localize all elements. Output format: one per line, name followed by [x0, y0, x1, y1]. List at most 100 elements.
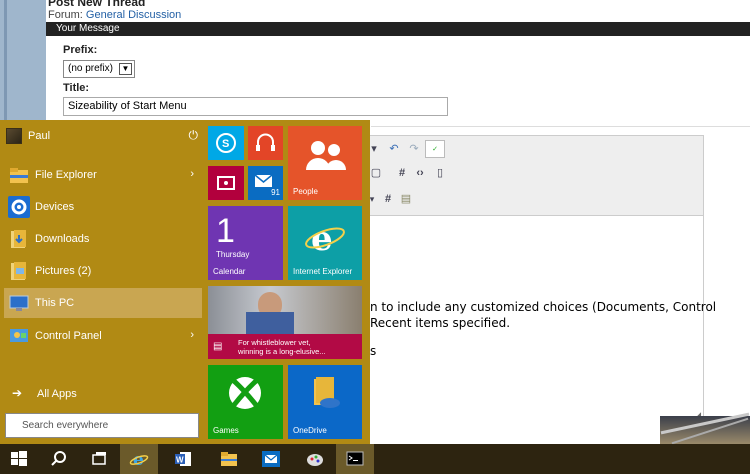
title-input[interactable]: Sizeability of Start Menu: [63, 97, 448, 116]
editor-line-1: n to include any customized choices (Doc…: [370, 300, 717, 314]
start-icon: [11, 451, 27, 466]
editor-toolbar-row-2: ▢ # ‹› ▯: [325, 164, 703, 186]
people-icon: [306, 141, 346, 170]
start-item-control-panel[interactable]: Control Panel ›: [4, 321, 202, 351]
news-headline-2: winning is a long-elusive...: [238, 347, 326, 356]
message-editor: ▾ ↶ ↷ ✓ ▢ # ‹› ▯ ▾ # ▤ n to include any …: [324, 135, 716, 425]
start-item-downloads[interactable]: Downloads: [4, 224, 202, 254]
power-icon[interactable]: ⏻: [189, 128, 199, 143]
attachment-icon[interactable]: ▤: [397, 190, 415, 208]
news-headline-1: For whistleblower vet,: [238, 338, 311, 347]
forum-label: Forum:: [48, 9, 83, 21]
tile-people[interactable]: People: [288, 126, 362, 200]
tile-calendar[interactable]: 1 Thursday Calendar: [208, 206, 283, 280]
start-menu-left-pane: Paul ⏻ File Explorer › Devices Downloads: [0, 120, 204, 444]
word-icon: W: [175, 452, 191, 466]
chevron-right-icon[interactable]: ›: [190, 329, 194, 341]
tile-video[interactable]: [208, 166, 244, 200]
start-item-file-explorer[interactable]: File Explorer ›: [4, 160, 202, 190]
chevron-down-icon[interactable]: ▼: [119, 63, 132, 75]
redo-icon[interactable]: ↷: [405, 140, 423, 158]
hash-icon[interactable]: #: [393, 164, 411, 182]
tile-skype[interactable]: S: [208, 126, 244, 160]
computer-icon: [8, 292, 30, 314]
pictures-folder-icon: [8, 260, 30, 282]
tile-label: People: [293, 187, 318, 196]
taskbar: e W: [0, 444, 750, 474]
editor-toolbar-row-1: ▾ ↶ ↷ ✓: [325, 140, 703, 162]
php-icon[interactable]: ▯: [431, 164, 449, 182]
undo-icon[interactable]: ↶: [385, 140, 403, 158]
mail-icon: [262, 451, 280, 467]
gear-icon: [8, 196, 30, 218]
tile-internet-explorer[interactable]: e Internet Explorer: [288, 206, 362, 280]
arrow-right-icon: ➔: [12, 386, 23, 400]
title-label: Title:: [63, 82, 90, 94]
start-item-label: Downloads: [35, 233, 90, 245]
hash-icon[interactable]: #: [379, 190, 397, 208]
tile-mail[interactable]: 91: [248, 166, 283, 200]
taskbar-mail[interactable]: [252, 444, 290, 474]
taskbar-word[interactable]: W: [164, 444, 202, 474]
all-apps-button[interactable]: ➔ All Apps: [4, 383, 202, 405]
onedrive-folder-icon: [314, 377, 340, 408]
code-icon[interactable]: ‹›: [411, 164, 429, 182]
user-account[interactable]: Paul ⏻: [4, 126, 200, 146]
search-icon: [51, 451, 66, 466]
editor-line-2: Recent items specified.: [370, 316, 511, 330]
desktop-wallpaper-corner: [660, 412, 750, 445]
svg-text:e: e: [311, 219, 333, 259]
start-item-label: Devices: [35, 201, 75, 213]
tile-games[interactable]: Games: [208, 365, 283, 439]
start-button[interactable]: [0, 444, 38, 474]
tile-label: Games: [213, 426, 239, 435]
start-item-pictures[interactable]: Pictures (2): [4, 256, 202, 286]
tile-label: Internet Explorer: [293, 267, 353, 276]
editor-toolbar-row-3: ▾ # ▤: [325, 190, 703, 212]
prefix-value: (no prefix): [68, 63, 114, 74]
your-message-header: Your Message: [46, 22, 750, 36]
tile-music[interactable]: [248, 126, 283, 160]
start-item-label: Control Panel: [35, 330, 102, 342]
forum-link[interactable]: General Discussion: [86, 9, 181, 21]
start-menu: Paul ⏻ File Explorer › Devices Downloads: [0, 120, 370, 444]
tile-label: Calendar: [213, 267, 246, 276]
forum-breadcrumb: Forum: General Discussion: [48, 9, 181, 21]
headphones-icon: [256, 133, 275, 151]
start-item-devices[interactable]: Devices: [4, 192, 202, 222]
tile-label: OneDrive: [293, 426, 327, 435]
search-input[interactable]: Search everywhere: [5, 413, 199, 438]
prefix-select[interactable]: (no prefix) ▼: [63, 60, 135, 78]
control-panel-icon: [8, 325, 30, 347]
tile-news[interactable]: ▤ For whistleblower vet, winning is a lo…: [208, 286, 362, 359]
task-view-button[interactable]: [80, 444, 118, 474]
downloads-folder-icon: [8, 228, 30, 250]
command-prompt-icon: [346, 451, 364, 466]
svg-text:W: W: [176, 456, 184, 465]
taskbar-paint[interactable]: [296, 444, 334, 474]
taskbar-file-explorer[interactable]: [210, 444, 248, 474]
search-button[interactable]: [40, 444, 78, 474]
news-icon: ▤: [213, 341, 223, 352]
start-item-label: This PC: [35, 297, 75, 309]
desktop-wallpaper: [0, 0, 46, 122]
start-item-this-pc[interactable]: This PC: [4, 288, 202, 318]
svg-text:S: S: [222, 138, 229, 150]
tile-onedrive[interactable]: OneDrive: [288, 365, 362, 439]
page-title: Post New Thread: [48, 0, 146, 9]
editor-line-3: s: [370, 344, 377, 358]
spellcheck-icon[interactable]: ✓: [425, 140, 445, 158]
task-view-icon: [92, 452, 106, 465]
taskbar-command-prompt[interactable]: [336, 444, 374, 474]
internet-explorer-icon: e: [305, 219, 345, 259]
editor-text-area[interactable]: n to include any customized choices (Doc…: [325, 215, 716, 425]
chevron-right-icon[interactable]: ›: [190, 168, 194, 180]
start-item-label: File Explorer: [35, 169, 97, 181]
prefix-label: Prefix:: [63, 44, 98, 56]
news-photo: [208, 286, 362, 334]
taskbar-internet-explorer[interactable]: e: [120, 444, 158, 474]
avatar: [6, 128, 22, 144]
internet-explorer-icon: e: [129, 450, 149, 469]
xbox-icon: [229, 377, 261, 409]
start-item-label: Pictures (2): [35, 265, 92, 277]
